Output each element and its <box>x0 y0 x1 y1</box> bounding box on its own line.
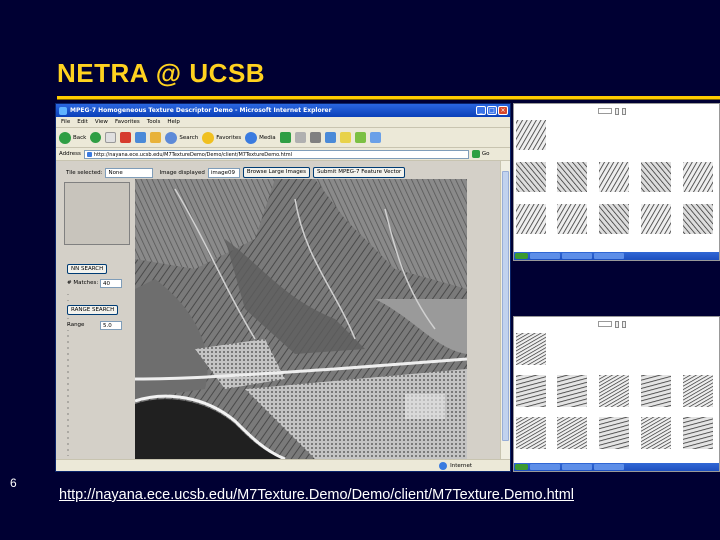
results-input-top[interactable] <box>598 108 612 114</box>
star-icon <box>202 131 215 144</box>
menu-tools[interactable]: Tools <box>147 119 161 125</box>
tile-selected-label: Tile selected: <box>66 169 103 176</box>
document-icon[interactable] <box>105 132 117 143</box>
aerial-image[interactable] <box>135 179 467 459</box>
media-label: Media <box>259 134 276 141</box>
menu-view[interactable]: View <box>95 119 108 125</box>
back-label: Back <box>73 134 87 141</box>
taskbar-top <box>514 252 719 260</box>
print-icon[interactable] <box>309 132 321 143</box>
task-item-top-1[interactable] <box>530 253 560 259</box>
search-label: Search <box>179 134 199 141</box>
menu-help[interactable]: Help <box>167 119 180 125</box>
tile-selected-field[interactable]: None <box>105 167 154 178</box>
favorites-button[interactable]: Favorites <box>202 131 242 144</box>
results-thumbnails-top[interactable] <box>514 118 720 254</box>
results-button-top-2[interactable] <box>622 107 626 115</box>
forward-button[interactable] <box>90 132 102 143</box>
browser-window: MPEG-7 Homogeneous Texture Descriptor De… <box>55 103 511 472</box>
divider-2: --------------------------- <box>67 333 69 471</box>
task-item-bottom-1[interactable] <box>530 464 560 470</box>
close-button[interactable]: × <box>498 106 508 115</box>
results-input-bottom[interactable] <box>598 321 612 327</box>
matches-label: # Matches: <box>67 280 99 286</box>
results-toolbar-top <box>514 104 719 118</box>
results-toolbar-bottom <box>514 317 719 331</box>
start-button-bottom[interactable] <box>515 464 528 470</box>
go-button[interactable]: Go <box>471 150 490 158</box>
ie-icon <box>59 106 67 115</box>
media-icon <box>245 131 258 144</box>
minimize-button[interactable]: _ <box>476 106 486 115</box>
window-title: MPEG-7 Homogeneous Texture Descriptor De… <box>70 107 332 114</box>
title-underline-shadow <box>57 99 720 100</box>
page-content: Tile selected: None Image displayed imag… <box>56 161 502 471</box>
status-bar: Internet <box>56 459 510 471</box>
search-icon <box>165 131 178 144</box>
history-icon[interactable] <box>279 132 291 143</box>
slide-title: NETRA @ UCSB <box>57 58 266 88</box>
address-input[interactable]: http://nayana.ece.ucsb.edu/M7TextureDemo… <box>83 149 469 159</box>
submit-feature-vector-button[interactable]: Submit MPEG-7 Feature Vector <box>312 167 406 178</box>
browser-toolbar: Back Search Favorites Media <box>56 128 510 148</box>
demo-url-link[interactable]: http://nayana.ece.ucsb.edu/M7Texture.Dem… <box>59 487 574 503</box>
menu-edit[interactable]: Edit <box>77 119 88 125</box>
refresh-icon[interactable] <box>135 132 147 143</box>
results-window-top <box>513 103 720 261</box>
address-bar: Address http://nayana.ece.ucsb.edu/M7Tex… <box>56 148 510 161</box>
start-button-top[interactable] <box>515 253 528 259</box>
scrollbar-thumb[interactable] <box>502 171 509 441</box>
matches-input[interactable]: 40 <box>100 279 122 288</box>
aerial-photo-graphic <box>135 179 467 459</box>
results-button-bottom-1[interactable] <box>615 320 619 328</box>
maximize-button[interactable]: □ <box>487 106 497 115</box>
taskbar-bottom <box>514 463 719 471</box>
media-button[interactable]: Media <box>245 131 276 144</box>
address-label: Address <box>59 151 81 157</box>
image-displayed-label: Image displayed <box>159 169 205 176</box>
results-window-bottom <box>513 316 720 472</box>
range-label: Range <box>67 322 85 328</box>
edit-icon[interactable] <box>324 132 336 143</box>
slide-number: 6 <box>10 476 17 490</box>
range-input[interactable]: 5.0 <box>100 321 122 330</box>
results-button-bottom-2[interactable] <box>622 320 626 328</box>
image-displayed-field[interactable]: image09 <box>207 167 240 178</box>
menu-file[interactable]: File <box>61 119 70 125</box>
nn-search-button[interactable]: NN SEARCH <box>67 264 108 274</box>
menu-bar: File Edit View Favorites Tools Help <box>56 117 510 128</box>
browser-titlebar: MPEG-7 Homogeneous Texture Descriptor De… <box>56 104 510 117</box>
task-item-top-3[interactable] <box>594 253 624 259</box>
back-button[interactable]: Back <box>59 131 87 144</box>
mail-icon[interactable] <box>294 132 306 143</box>
status-zone-text: Internet <box>450 462 472 469</box>
favorites-label: Favorites <box>216 134 242 141</box>
search-button[interactable]: Search <box>165 131 199 144</box>
home-icon[interactable] <box>150 132 162 143</box>
discuss-icon[interactable] <box>339 132 351 143</box>
vertical-scrollbar[interactable] <box>500 161 510 461</box>
stop-icon[interactable] <box>120 132 132 143</box>
research-icon[interactable] <box>369 132 381 143</box>
menu-favorites[interactable]: Favorites <box>115 119 140 125</box>
messenger-icon[interactable] <box>354 132 366 143</box>
back-arrow-icon <box>59 131 71 144</box>
results-button-top-1[interactable] <box>615 107 619 115</box>
task-item-top-2[interactable] <box>562 253 592 259</box>
globe-icon <box>439 461 448 470</box>
range-search-button[interactable]: RANGE SEARCH <box>67 305 119 315</box>
task-item-bottom-3[interactable] <box>594 464 624 470</box>
top-controls: Tile selected: None Image displayed imag… <box>66 167 406 178</box>
task-item-bottom-2[interactable] <box>562 464 592 470</box>
browse-large-images-button[interactable]: Browse Large Images <box>242 167 310 178</box>
go-label: Go <box>481 151 490 157</box>
go-arrow-icon <box>471 150 480 158</box>
tile-preview <box>64 182 130 245</box>
results-thumbnails-bottom[interactable] <box>514 331 720 465</box>
